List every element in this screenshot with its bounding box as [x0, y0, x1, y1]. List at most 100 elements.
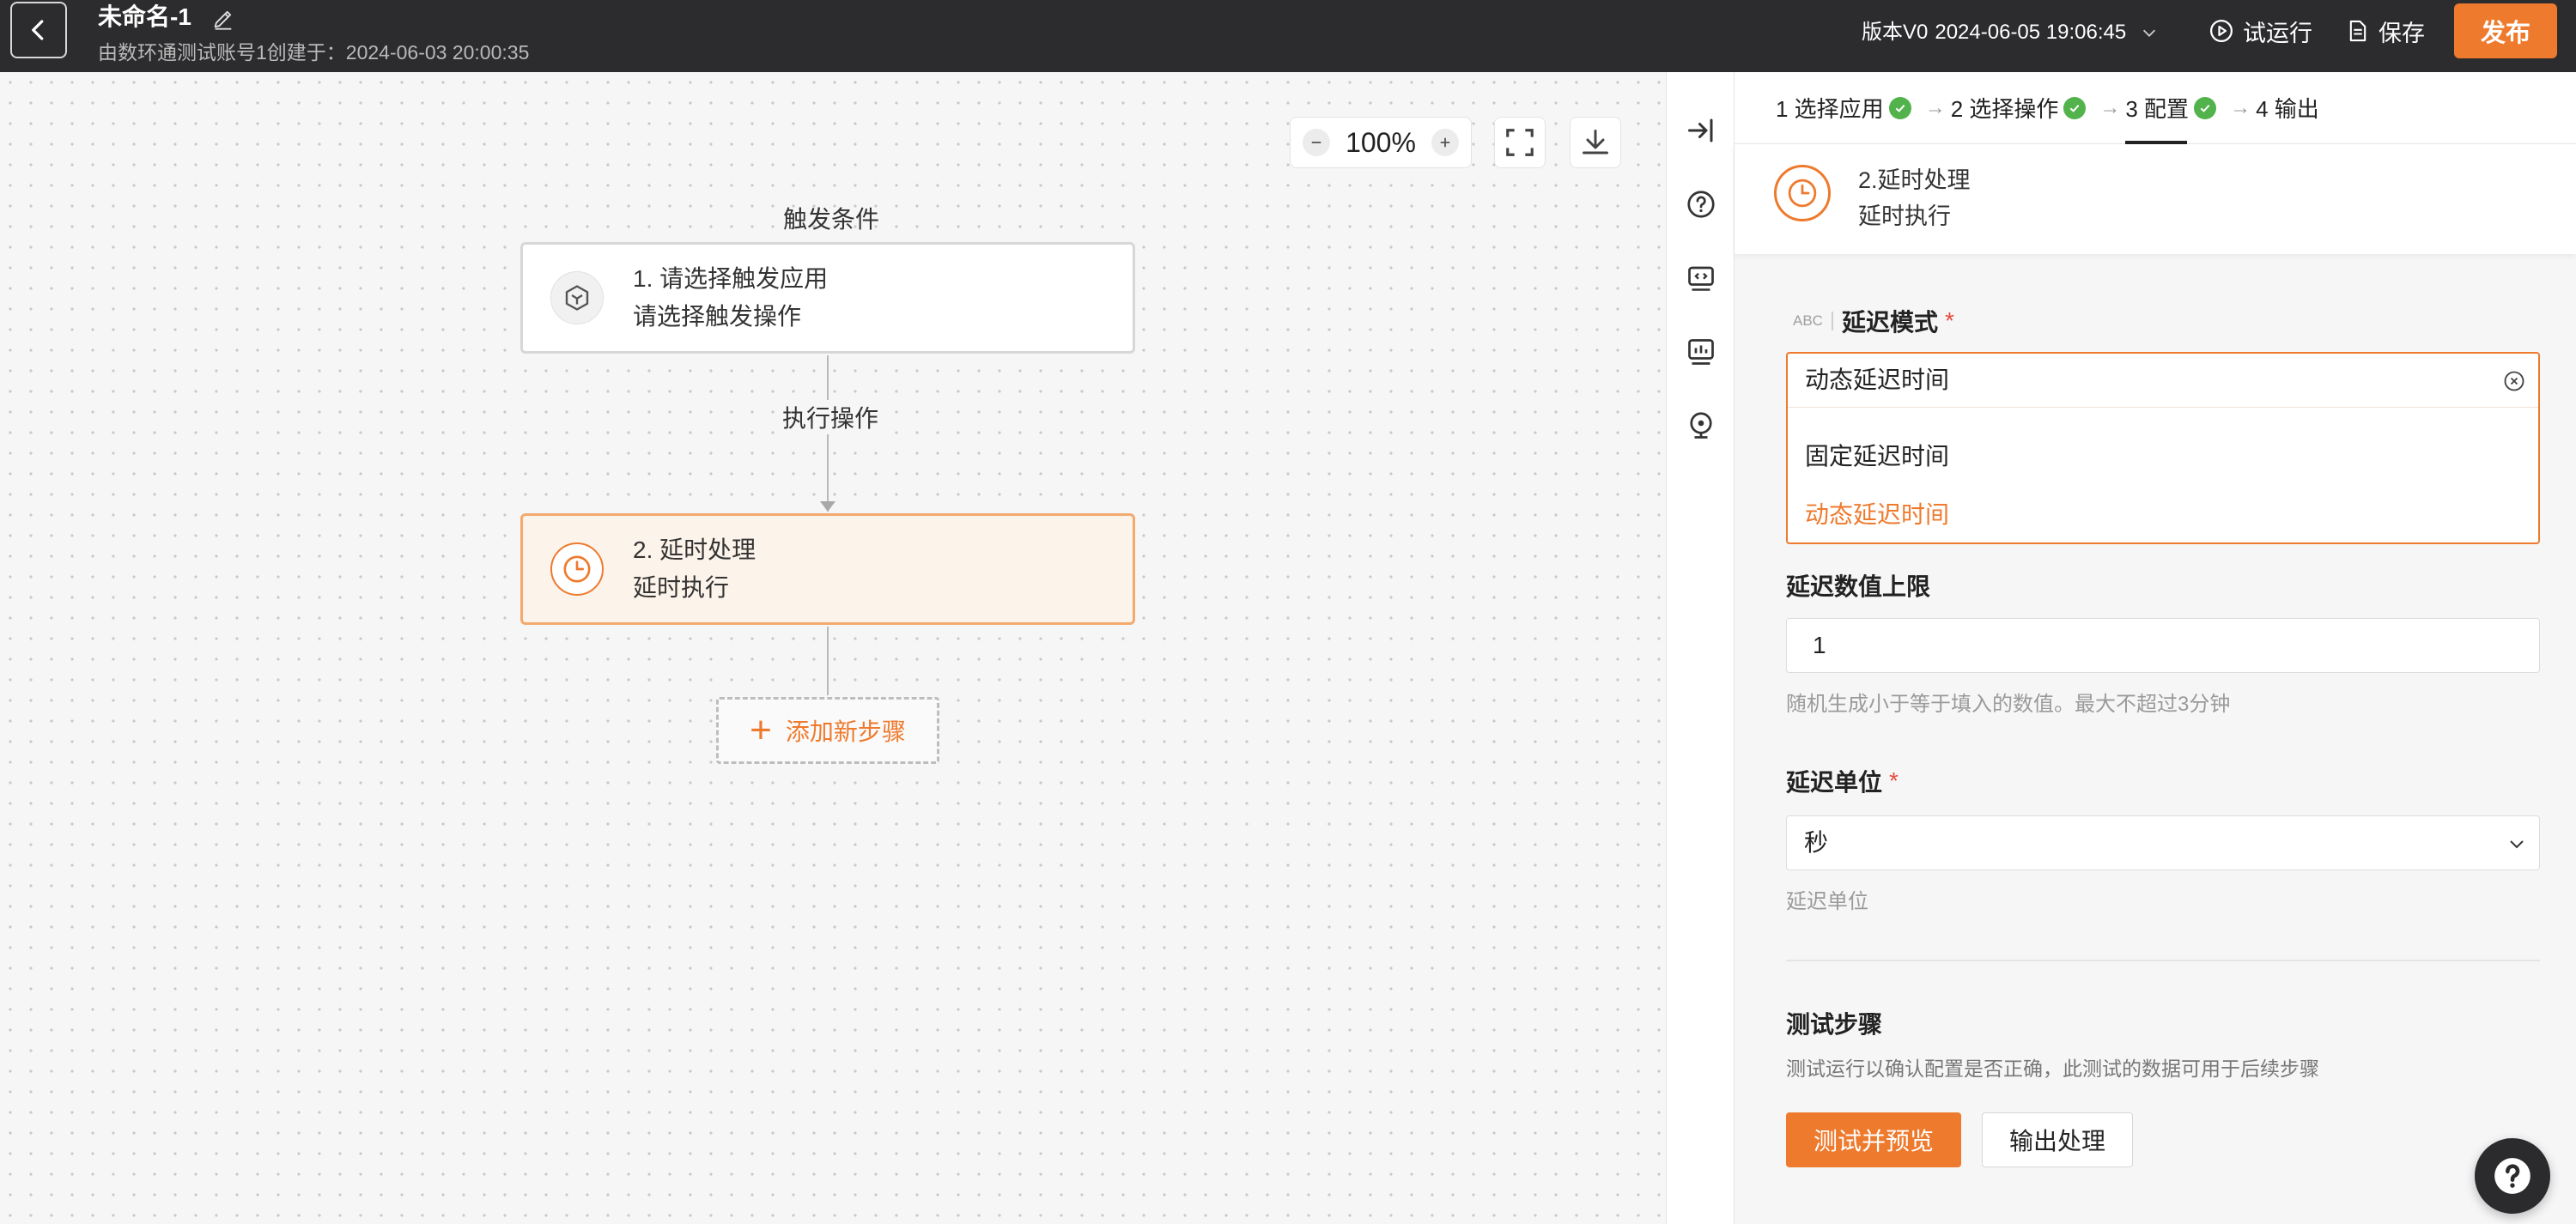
delay-unit-label: 延迟单位 *: [1786, 764, 1899, 798]
save-label: 保存: [2379, 20, 2425, 46]
save-button[interactable]: 保存: [2346, 14, 2425, 48]
panel-header: 2.延时处理 延时执行: [1735, 144, 2576, 254]
version-time: 2024-06-05 19:06:45: [1935, 21, 2127, 44]
chevron-left-icon: [32, 20, 44, 40]
delay-unit-help: 延迟单位: [1786, 890, 1868, 913]
step-select-app[interactable]: 1 选择应用 →: [1776, 72, 1951, 144]
node-subtitle: 延时执行: [633, 574, 730, 601]
node-icon-wrapper: [550, 271, 604, 324]
required-mark: *: [1889, 767, 1899, 794]
floating-help-button[interactable]: [2475, 1138, 2550, 1214]
workflow-title: 未命名-1: [98, 3, 191, 30]
plus-icon: +: [750, 709, 772, 751]
workflow-meta: 由数环通测试账号1创建于： 2024-06-03 20:00:35: [98, 39, 529, 65]
trigger-node[interactable]: 1. 请选择触发应用 请选择触发操作: [520, 242, 1135, 354]
node-title: 2. 延时处理: [633, 536, 756, 563]
delay-mode-value: 动态延迟时间: [1805, 367, 1950, 393]
delay-mode-label: ABC 延迟模式 *: [1793, 304, 1954, 338]
section-divider: [1786, 960, 2540, 961]
text-type-tag: ABC: [1793, 312, 1833, 330]
add-step-button[interactable]: + 添加新步骤: [716, 697, 939, 764]
delay-mode-label-text: 延迟模式: [1841, 309, 1938, 336]
delay-max-label: 延迟数值上限: [1786, 573, 1931, 600]
document-icon: [2349, 20, 2366, 42]
delay-max-input[interactable]: 1: [1786, 618, 2540, 673]
code-button[interactable]: [1686, 263, 1716, 294]
step-configure[interactable]: 3 配置 →: [2125, 72, 2256, 144]
help-icon: [2494, 1158, 2530, 1194]
node-text: 1. 请选择触发应用 请选择触发操作: [633, 260, 828, 336]
clock-icon: [1788, 179, 1817, 208]
delay-unit-value: 秒: [1804, 829, 1829, 856]
logs-button[interactable]: [1686, 336, 1716, 367]
option-fixed-delay[interactable]: 固定延迟时间: [1805, 438, 1949, 472]
collapse-panel-button[interactable]: [1686, 115, 1716, 146]
config-panel: 1 选择应用 → 2 选择操作 → 3 配置 → 4 输出 2.延时处理 延时执…: [1735, 72, 2576, 1224]
publish-button[interactable]: 发布: [2454, 3, 2557, 58]
clock-icon: [563, 555, 591, 583]
chevron-down-icon: [2143, 29, 2156, 37]
trial-run-button[interactable]: 试运行: [2208, 14, 2312, 48]
dropdown-divider: [1788, 407, 2538, 408]
step-select-action[interactable]: 2 选择操作 →: [1951, 72, 2126, 144]
arrow-right-icon: →: [2230, 95, 2251, 119]
download-icon: [1583, 130, 1608, 155]
zoom-out-button[interactable]: [1303, 129, 1330, 156]
version-selector[interactable]: 版本V0 2024-06-05 19:06:45: [1862, 19, 2159, 46]
step-label: 1 选择应用: [1776, 96, 1884, 122]
zoom-level: 100%: [1346, 126, 1416, 158]
location-button[interactable]: [1686, 410, 1716, 441]
edit-icon[interactable]: [211, 7, 235, 31]
trial-run-label: 试运行: [2243, 20, 2312, 46]
chevron-down-icon: [2510, 840, 2524, 849]
output-processing-button[interactable]: 输出处理: [1982, 1112, 2133, 1167]
step-progress: 1 选择应用 → 2 选择操作 → 3 配置 → 4 输出: [1735, 72, 2576, 144]
code-icon: [1688, 266, 1714, 291]
exec-caption: 执行操作: [779, 400, 883, 434]
workflow-canvas[interactable]: 100% 触发条件 1. 请选择触发应用 请选择触发操作 执行操作 2. 延时处…: [0, 72, 1666, 1224]
panel-node-icon: [1774, 165, 1831, 221]
test-section-title: 测试步骤: [1786, 1011, 1883, 1038]
test-section-description: 测试运行以确认配置是否正确，此测试的数据可用于后续步骤: [1786, 1057, 2319, 1080]
creator-text: 由数环通测试账号1创建于：: [98, 41, 346, 64]
delay-mode-select[interactable]: 动态延迟时间 固定延迟时间 动态延迟时间: [1786, 352, 2540, 544]
step-label: 3 配置: [2125, 96, 2190, 122]
delay-unit-select[interactable]: 秒: [1786, 815, 2540, 870]
back-button[interactable]: [10, 2, 67, 58]
step-label: 4 输出: [2256, 96, 2319, 122]
help-button[interactable]: [1686, 189, 1716, 220]
node-icon-wrapper: [550, 542, 604, 596]
clear-circle-icon[interactable]: [2502, 369, 2526, 393]
node-text: 2. 延时处理 延时执行: [633, 531, 756, 607]
download-button[interactable]: [1570, 117, 1621, 168]
panel-subtitle: 延时执行: [1858, 203, 1951, 229]
add-step-label: 添加新步骤: [785, 718, 906, 745]
delay-max-help: 随机生成小于等于填入的数值。最大不超过3分钟: [1786, 693, 2231, 716]
test-preview-button[interactable]: 测试并预览: [1786, 1112, 1961, 1167]
required-mark: *: [1944, 307, 1954, 334]
fullscreen-icon: [1506, 129, 1534, 156]
cube-icon: [565, 285, 589, 311]
node-subtitle: 请选择触发操作: [633, 303, 802, 330]
fit-view-button[interactable]: [1494, 117, 1546, 168]
plus-icon: [1440, 137, 1450, 148]
step-output[interactable]: 4 输出: [2256, 72, 2319, 144]
zoom-in-button[interactable]: [1431, 129, 1459, 156]
version-label: 版本V0: [1862, 21, 1929, 44]
play-circle-icon: [2210, 20, 2233, 42]
arrow-right-icon: →: [2099, 95, 2121, 119]
connector-line: [827, 627, 829, 695]
top-header: 未命名-1 由数环通测试账号1创建于： 2024-06-03 20:00:35 …: [0, 0, 2576, 72]
location-icon: [1690, 412, 1712, 439]
logs-icon: [1688, 339, 1714, 365]
check-circle-icon: [2194, 96, 2217, 119]
node-title: 1. 请选择触发应用: [633, 265, 829, 292]
zoom-control: 100%: [1290, 117, 1472, 168]
step-label: 2 选择操作: [1950, 96, 2059, 122]
created-at: 2024-06-03 20:00:35: [345, 41, 530, 64]
minus-icon: [1311, 142, 1321, 143]
delay-unit-label-text: 延迟单位: [1786, 769, 1883, 796]
delay-node[interactable]: 2. 延时处理 延时执行: [520, 513, 1135, 625]
option-dynamic-delay[interactable]: 动态延迟时间: [1805, 496, 1949, 530]
collapse-panel-icon: [1688, 118, 1713, 142]
